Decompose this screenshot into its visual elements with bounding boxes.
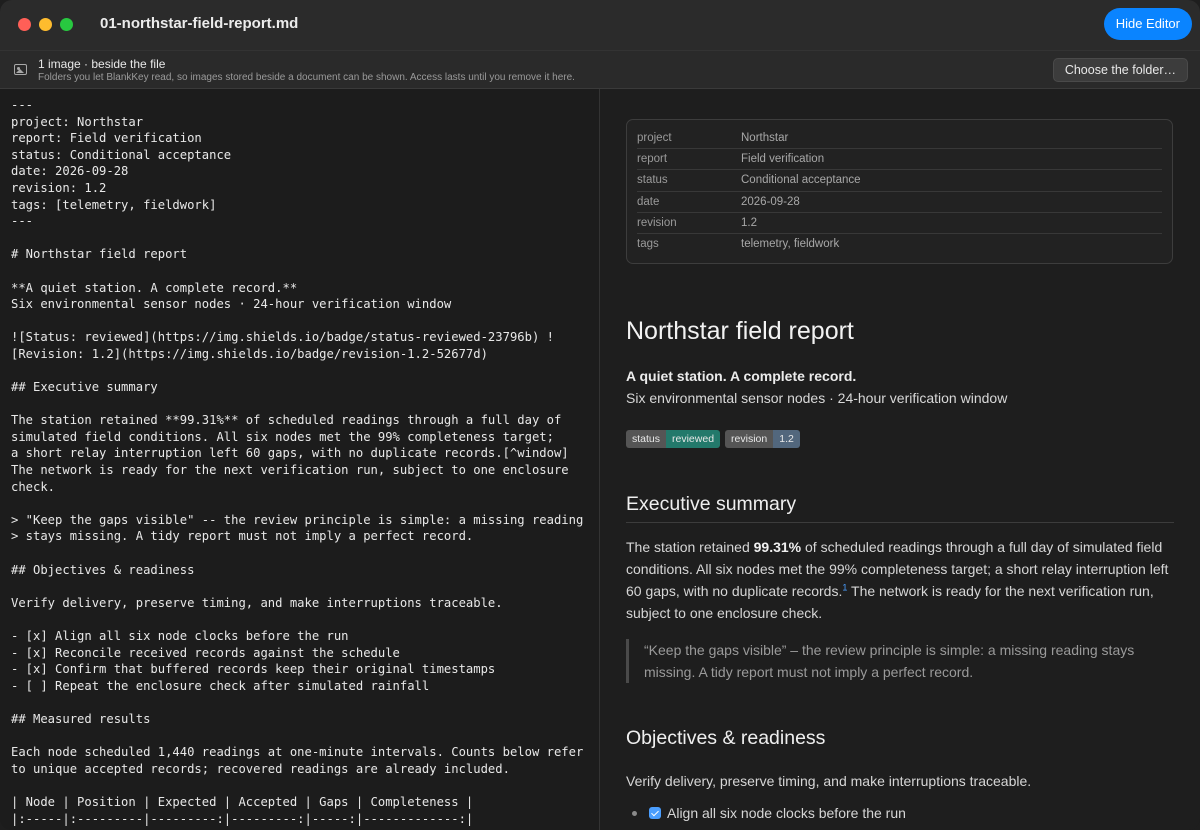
frontmatter-value: telemetry, fieldwork bbox=[741, 237, 840, 250]
heading-divider bbox=[626, 522, 1174, 523]
frontmatter-row: report Field verification bbox=[637, 149, 1162, 171]
frontmatter-row: status Conditional acceptance bbox=[637, 170, 1162, 192]
status-badge-label: status bbox=[626, 430, 667, 448]
bullet-icon bbox=[632, 810, 637, 816]
frontmatter-value: 1.2 bbox=[741, 216, 757, 229]
frontmatter-row: tags telemetry, fieldwork bbox=[637, 234, 1162, 255]
completeness-figure: 99.31% bbox=[753, 539, 802, 555]
report-heading: Northstar field report bbox=[626, 317, 854, 345]
close-window-button[interactable] bbox=[18, 18, 31, 31]
image-access-title: 1 image · beside the file bbox=[38, 57, 166, 71]
task-list-item: Align all six node clocks before the run bbox=[632, 805, 906, 821]
document-title: 01-northstar-field-report.md bbox=[100, 15, 299, 32]
title-bar: 01-northstar-field-report.md Hide Editor bbox=[0, 0, 1200, 50]
frontmatter-key: report bbox=[637, 153, 668, 166]
choose-folder-button[interactable]: Choose the folder… bbox=[1052, 58, 1188, 82]
editor-source-text[interactable]: --- project: Northstar report: Field ver… bbox=[11, 97, 583, 827]
image-access-bar: 1 image · beside the file Folders you le… bbox=[0, 50, 1200, 89]
frontmatter-value: Conditional acceptance bbox=[741, 174, 861, 187]
executive-summary-heading: Executive summary bbox=[626, 493, 797, 515]
status-badge-value: reviewed bbox=[666, 430, 721, 448]
hide-editor-button[interactable]: Hide Editor bbox=[1103, 8, 1192, 40]
report-sublead: Six environmental sensor nodes · 24-hour… bbox=[626, 390, 1008, 406]
revision-badge: revision 1.2 bbox=[725, 430, 800, 448]
markdown-preview: project Northstar report Field verificat… bbox=[601, 89, 1200, 830]
app-window: 01-northstar-field-report.md Hide Editor… bbox=[0, 0, 1200, 830]
summary-text: The station retained bbox=[626, 539, 754, 555]
frontmatter-table: project Northstar report Field verificat… bbox=[626, 119, 1173, 264]
frontmatter-key: revision bbox=[637, 216, 677, 229]
executive-summary-paragraph: The station retained 99.31% of scheduled… bbox=[626, 536, 1176, 624]
frontmatter-value: Northstar bbox=[741, 132, 789, 144]
frontmatter-row: project Northstar bbox=[637, 128, 1162, 150]
checked-checkbox[interactable] bbox=[649, 807, 661, 819]
report-lead: A quiet station. A complete record. bbox=[626, 368, 857, 384]
status-badge: status reviewed bbox=[626, 430, 721, 448]
objectives-paragraph: Verify delivery, preserve timing, and ma… bbox=[626, 773, 1032, 789]
badge-row: status reviewed revision 1.2 bbox=[626, 430, 800, 448]
frontmatter-row: revision 1.2 bbox=[637, 213, 1162, 234]
objectives-heading: Objectives & readiness bbox=[626, 727, 826, 749]
revision-badge-label: revision bbox=[725, 430, 774, 448]
frontmatter-value: 2026-09-28 bbox=[741, 195, 800, 208]
frontmatter-value: Field verification bbox=[741, 153, 825, 166]
minimize-window-button[interactable] bbox=[39, 18, 52, 31]
frontmatter-key: project bbox=[637, 132, 672, 144]
frontmatter-key: date bbox=[637, 195, 660, 208]
image-icon bbox=[14, 64, 27, 75]
frontmatter-row: date 2026-09-28 bbox=[637, 192, 1162, 213]
frontmatter-key: status bbox=[637, 174, 668, 187]
zoom-window-button[interactable] bbox=[60, 18, 73, 31]
image-access-description: Folders you let BlankKey read, so images… bbox=[38, 72, 575, 83]
review-blockquote: “Keep the gaps visible” – the review pri… bbox=[626, 639, 1174, 683]
frontmatter-key: tags bbox=[637, 237, 659, 250]
markdown-editor[interactable]: --- project: Northstar report: Field ver… bbox=[0, 89, 600, 830]
task-label: Align all six node clocks before the run bbox=[667, 805, 906, 821]
revision-badge-value: 1.2 bbox=[773, 430, 800, 448]
